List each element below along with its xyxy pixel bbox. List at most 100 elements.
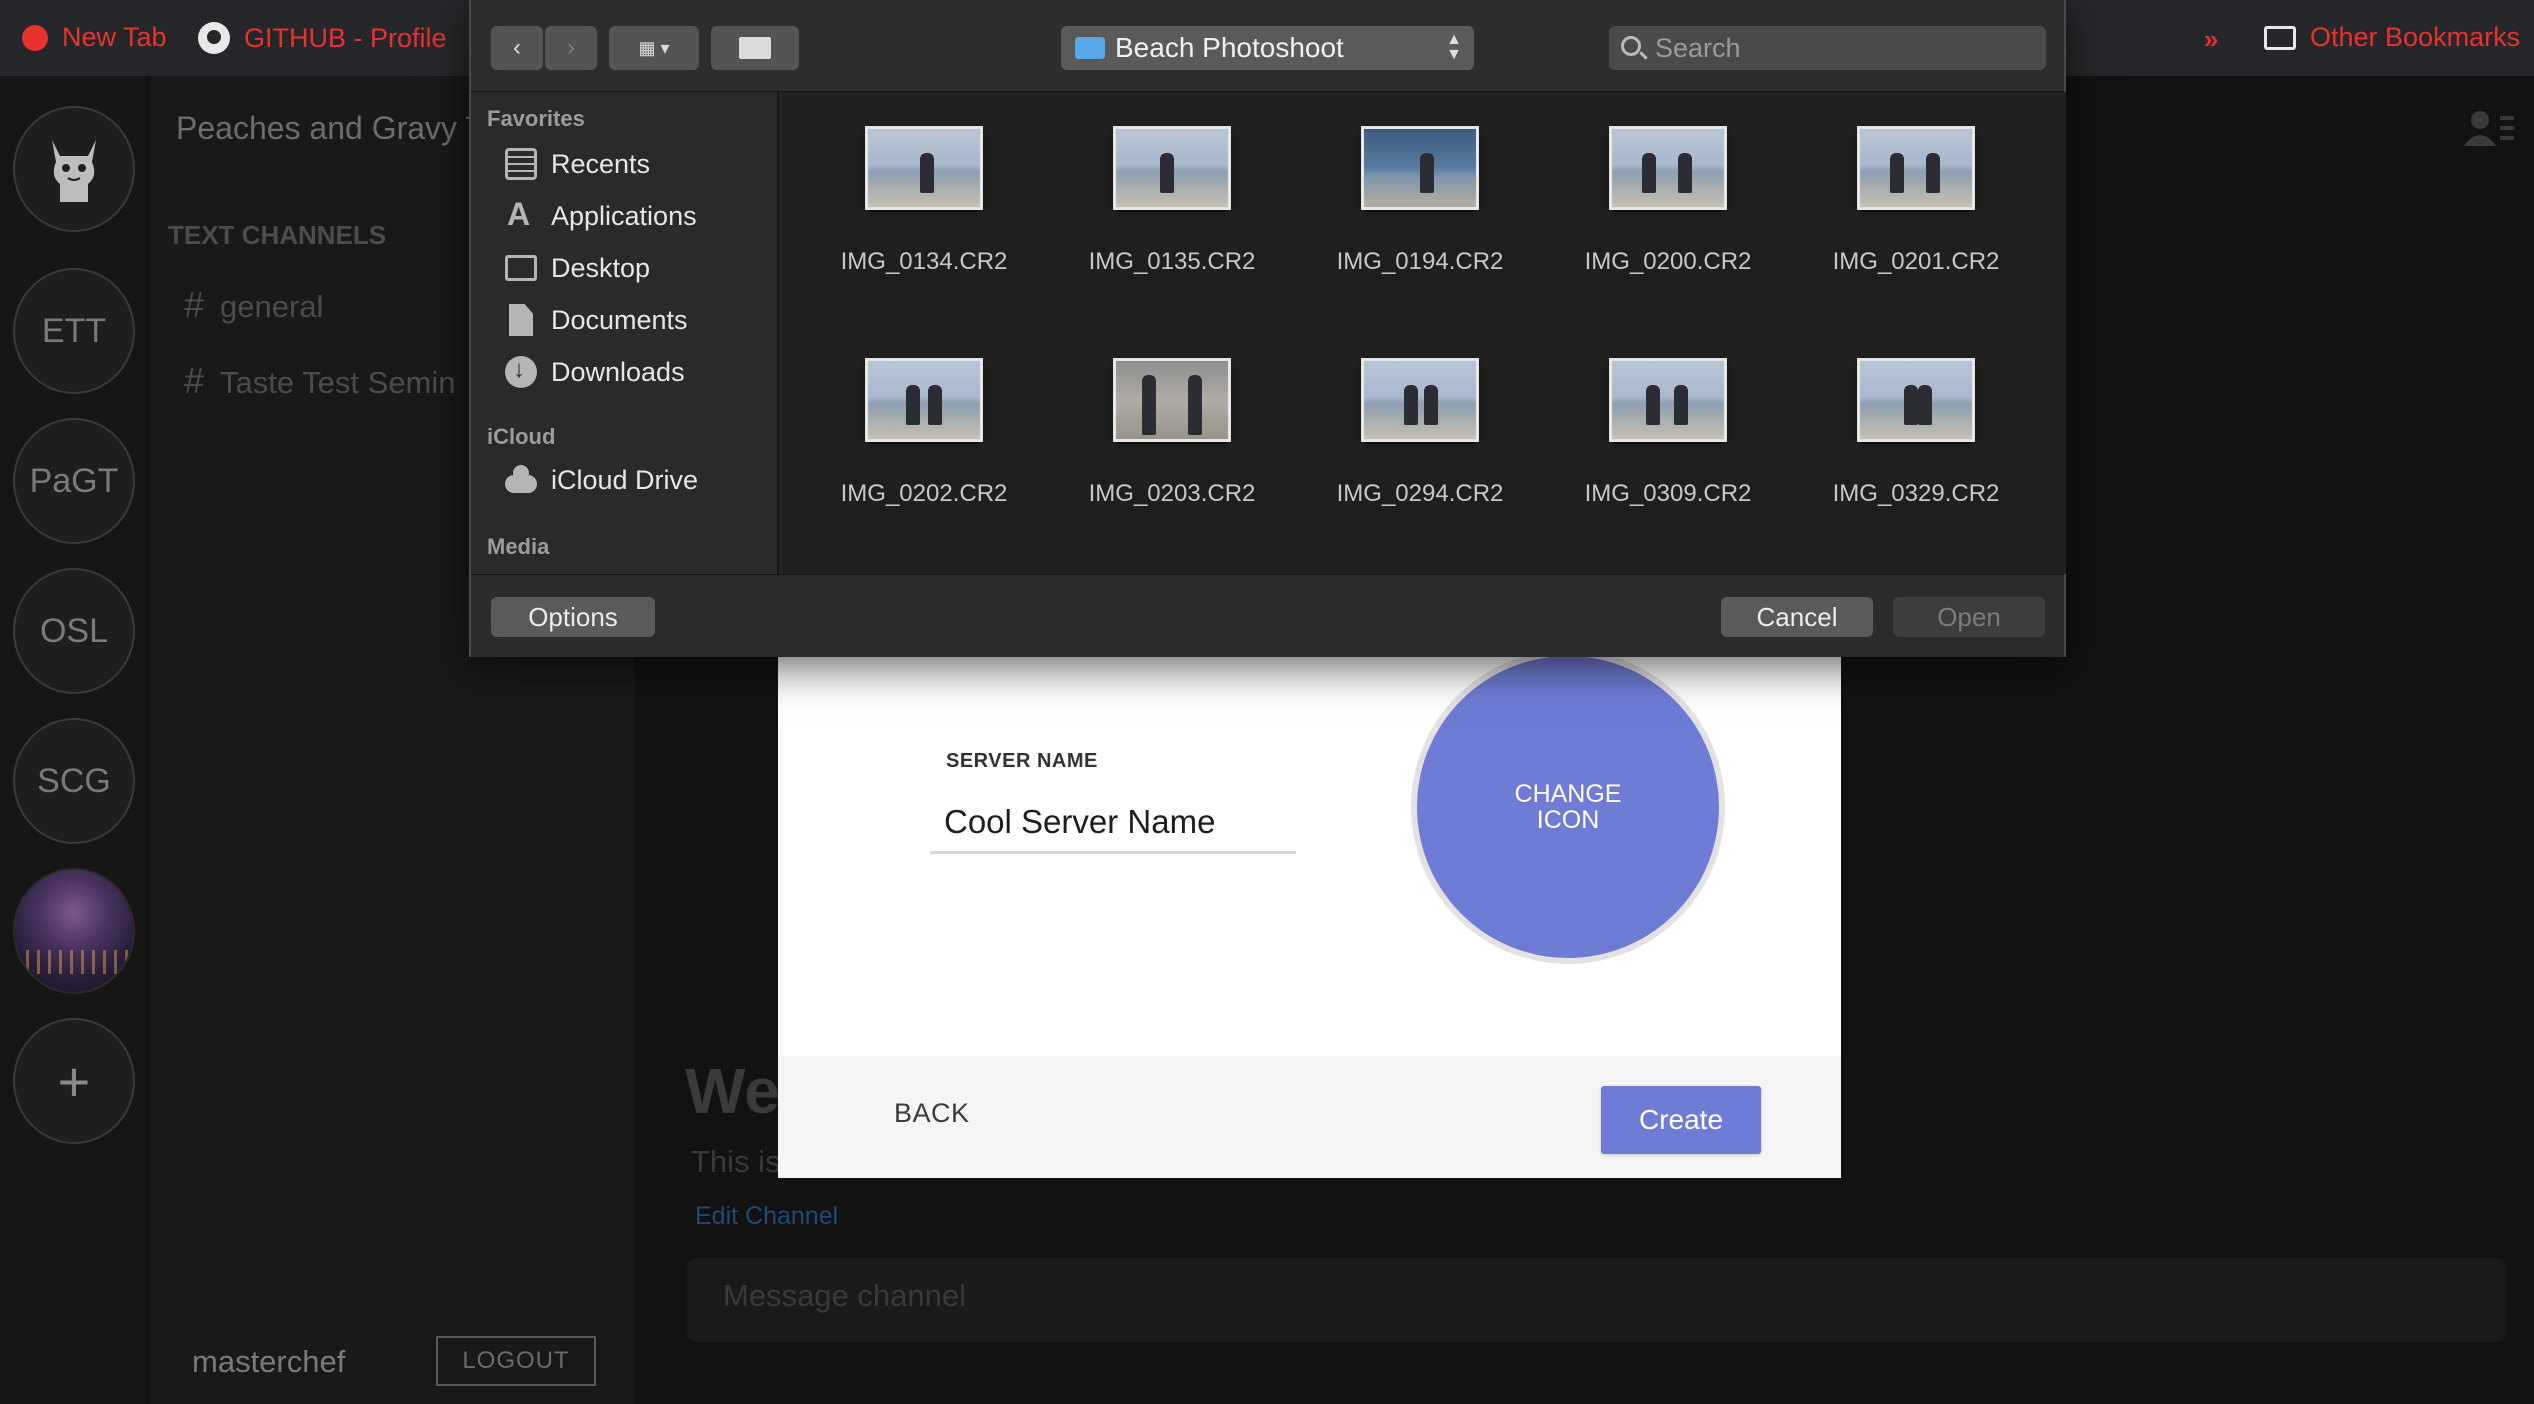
sidebar-item-label: Recents bbox=[551, 148, 651, 179]
hash-icon: # bbox=[184, 360, 205, 401]
channel-label: Taste Test Semin bbox=[220, 365, 456, 400]
back-button[interactable]: BACK bbox=[894, 1098, 970, 1129]
photo-thumbnail bbox=[1857, 126, 1975, 210]
photo-thumbnail bbox=[1857, 358, 1975, 442]
text-channels-heading: TEXT CHANNELS bbox=[168, 220, 387, 250]
desktop-icon bbox=[505, 255, 537, 281]
logout-button[interactable]: LOGOUT bbox=[436, 1336, 596, 1386]
cloud-icon bbox=[505, 465, 537, 493]
file-item[interactable]: IMG_0194.CR2 bbox=[1315, 126, 1525, 276]
forward-nav-button[interactable]: › bbox=[545, 26, 597, 70]
file-name: IMG_0200.CR2 bbox=[1584, 248, 1752, 275]
file-name: IMG_0329.CR2 bbox=[1832, 480, 2000, 507]
bookmark-github-profile[interactable]: GITHUB - Profile bbox=[198, 22, 447, 54]
bookmark-label: GITHUB - Profile bbox=[244, 22, 447, 53]
message-input[interactable]: Message channel bbox=[687, 1258, 2507, 1342]
folder-icon bbox=[2264, 25, 2296, 50]
username: masterchef bbox=[192, 1344, 346, 1379]
edit-channel-link[interactable]: Edit Channel bbox=[695, 1202, 838, 1231]
search-icon bbox=[1621, 36, 1641, 56]
file-item[interactable]: IMG_0134.CR2 bbox=[819, 126, 1029, 276]
channel-taste-test[interactable]: # Taste Test Semin bbox=[184, 360, 456, 402]
file-name: IMG_0294.CR2 bbox=[1336, 480, 1504, 507]
new-folder-icon bbox=[739, 37, 771, 59]
sidebar-item-documents[interactable]: Documents bbox=[505, 300, 688, 340]
location-label: Beach Photoshoot bbox=[1115, 32, 1344, 63]
applications-icon bbox=[505, 196, 537, 233]
file-item[interactable]: IMG_0203.CR2 bbox=[1067, 358, 1277, 508]
file-grid: IMG_0134.CR2 IMG_0135.CR2 IMG_0194.CR2 I… bbox=[783, 92, 2066, 574]
file-item[interactable]: IMG_0202.CR2 bbox=[819, 358, 1029, 508]
file-item[interactable]: IMG_0200.CR2 bbox=[1563, 126, 1773, 276]
server-list: ETT PaGT OSL SCG + bbox=[0, 76, 146, 1404]
server-city-image[interactable] bbox=[13, 868, 135, 994]
create-server-modal: SERVER NAME CHANGE ICON BACK Create bbox=[778, 640, 1841, 1178]
chevron-left-icon: ‹ bbox=[513, 34, 521, 61]
server-osl[interactable]: OSL bbox=[13, 568, 135, 694]
add-server-button[interactable]: + bbox=[13, 1018, 135, 1144]
server-name-input[interactable] bbox=[930, 792, 1296, 854]
other-bookmarks-label: Other Bookmarks bbox=[2310, 22, 2521, 52]
dialog-toolbar: ‹ › ▦ ▾ Beach Photoshoot ▲ ▼ Search bbox=[471, 0, 2064, 92]
back-nav-button[interactable]: ‹ bbox=[491, 26, 543, 70]
server-pagt[interactable]: PaGT bbox=[13, 418, 135, 544]
sidebar-item-icloud-drive[interactable]: iCloud Drive bbox=[505, 460, 698, 500]
dialog-sidebar: Favorites Recents Applications Desktop D… bbox=[471, 92, 779, 574]
file-item[interactable]: IMG_0309.CR2 bbox=[1563, 358, 1773, 508]
sidebar-item-downloads[interactable]: Downloads bbox=[505, 352, 685, 392]
downloads-icon bbox=[505, 356, 537, 388]
file-name: IMG_0309.CR2 bbox=[1584, 480, 1752, 507]
search-field[interactable]: Search bbox=[1609, 26, 2046, 70]
location-popup[interactable]: Beach Photoshoot ▲ ▼ bbox=[1061, 26, 1474, 70]
server-ett[interactable]: ETT bbox=[13, 268, 135, 394]
change-icon-button[interactable]: CHANGE ICON bbox=[1411, 650, 1725, 964]
file-item[interactable]: IMG_0135.CR2 bbox=[1067, 126, 1277, 276]
photo-thumbnail bbox=[1609, 126, 1727, 210]
view-mode-button[interactable]: ▦ ▾ bbox=[609, 26, 699, 70]
channel-general[interactable]: # general bbox=[184, 284, 323, 326]
file-name: IMG_0201.CR2 bbox=[1832, 248, 2000, 275]
hash-icon: # bbox=[184, 284, 205, 325]
server-name-label: SERVER NAME bbox=[946, 750, 1098, 772]
up-down-arrows-icon: ▲ ▼ bbox=[1446, 31, 1462, 63]
open-button[interactable]: Open bbox=[1893, 597, 2045, 637]
photo-thumbnail bbox=[1113, 126, 1231, 210]
file-name: IMG_0135.CR2 bbox=[1088, 248, 1256, 275]
sidebar-item-label: Downloads bbox=[551, 356, 685, 387]
sidebar-item-recents[interactable]: Recents bbox=[505, 144, 650, 184]
file-item[interactable]: IMG_0201.CR2 bbox=[1811, 126, 2021, 276]
media-heading: Media bbox=[487, 534, 550, 559]
file-name: IMG_0202.CR2 bbox=[840, 480, 1008, 507]
bookmark-new-tab[interactable]: New Tab bbox=[22, 22, 167, 53]
channel-description: This is bbox=[691, 1144, 781, 1179]
photo-thumbnail bbox=[1113, 358, 1231, 442]
photo-thumbnail bbox=[865, 126, 983, 210]
sidebar-item-label: Desktop bbox=[551, 252, 651, 283]
modal-footer: BACK Create bbox=[778, 1056, 1841, 1178]
file-item[interactable]: IMG_0294.CR2 bbox=[1315, 358, 1525, 508]
sidebar-item-label: iCloud Drive bbox=[551, 464, 699, 495]
cancel-button[interactable]: Cancel bbox=[1721, 597, 1873, 637]
options-button[interactable]: Options bbox=[491, 597, 655, 637]
create-button[interactable]: Create bbox=[1601, 1086, 1761, 1154]
file-name: IMG_0203.CR2 bbox=[1088, 480, 1256, 507]
photo-thumbnail bbox=[1361, 358, 1479, 442]
home-avatar-button[interactable] bbox=[13, 106, 135, 232]
members-icon[interactable] bbox=[2464, 110, 2514, 146]
photo-thumbnail bbox=[1361, 126, 1479, 210]
chevron-right-icon: › bbox=[567, 34, 575, 61]
sidebar-item-applications[interactable]: Applications bbox=[505, 196, 697, 236]
server-scg[interactable]: SCG bbox=[13, 718, 135, 844]
recents-icon bbox=[505, 148, 537, 180]
new-folder-button[interactable] bbox=[711, 26, 799, 70]
sidebar-item-desktop[interactable]: Desktop bbox=[505, 248, 650, 288]
server-title: Peaches and Gravy T bbox=[176, 110, 485, 146]
file-item[interactable]: IMG_0329.CR2 bbox=[1811, 358, 2021, 508]
new-tab-icon bbox=[22, 24, 48, 51]
other-bookmarks[interactable]: Other Bookmarks bbox=[2264, 22, 2520, 53]
dialog-button-bar: Options Cancel Open bbox=[471, 574, 2064, 657]
file-name: IMG_0134.CR2 bbox=[840, 248, 1008, 275]
welcome-heading: We bbox=[685, 1055, 780, 1127]
sidebar-item-label: Applications bbox=[551, 200, 697, 231]
bookmarks-overflow-button[interactable]: » bbox=[2204, 24, 2218, 55]
